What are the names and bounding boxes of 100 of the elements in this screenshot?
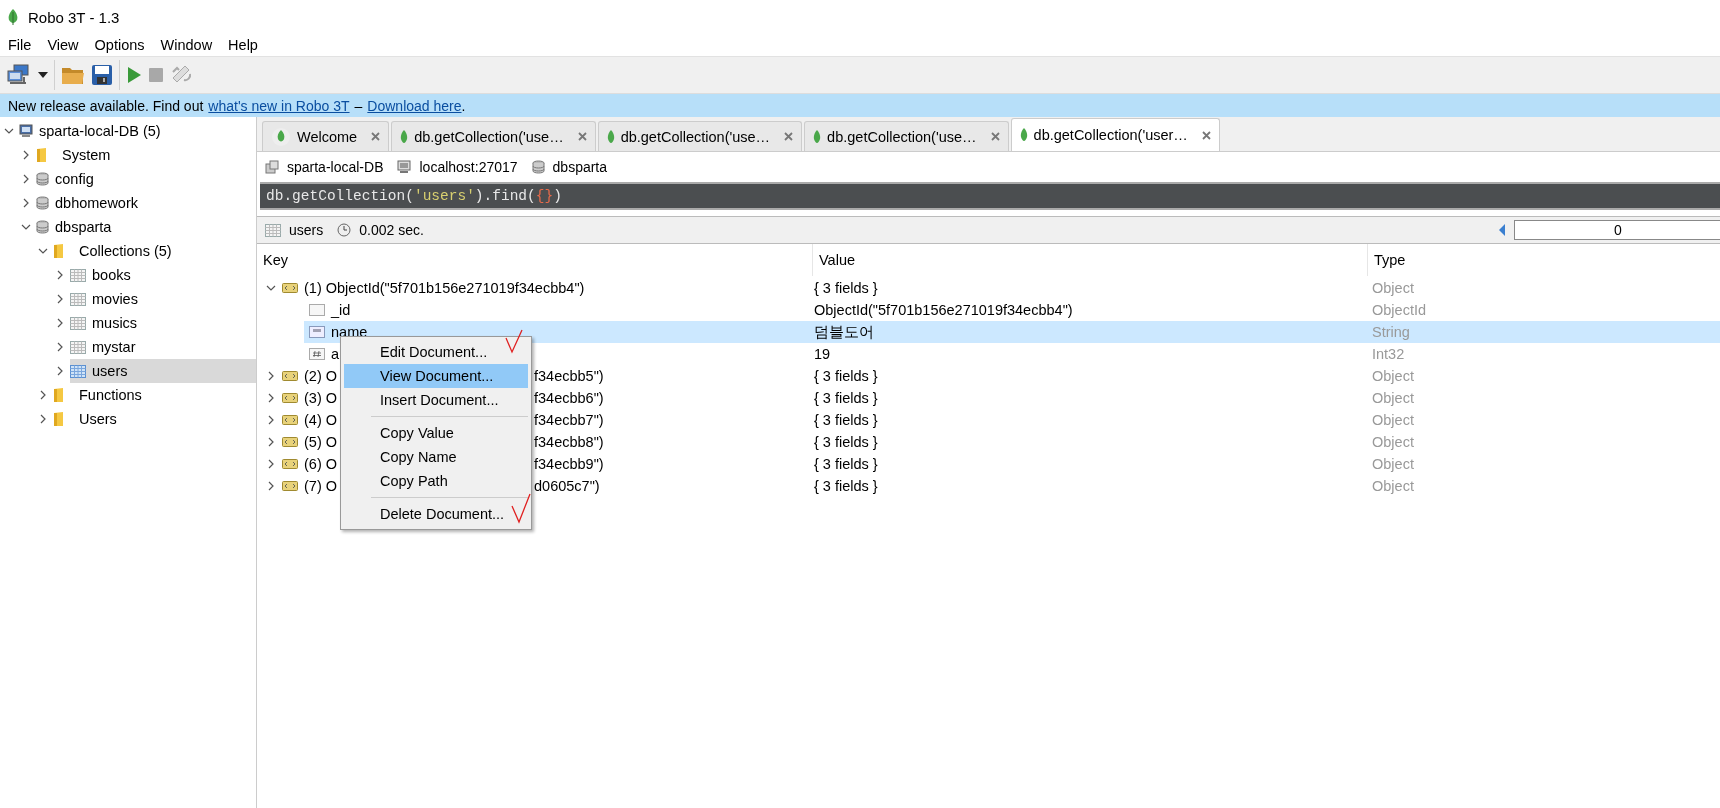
check-mark-icon xyxy=(510,492,532,524)
database-icon xyxy=(531,160,545,174)
value-cell-text: { 3 fields } xyxy=(813,477,879,496)
tab[interactable]: db.getCollection('use… xyxy=(391,121,596,151)
menu-item[interactable]: Copy Path xyxy=(344,469,528,493)
field-key: _id xyxy=(331,302,351,318)
tree-item[interactable]: config xyxy=(36,167,256,191)
connect-icon[interactable] xyxy=(6,63,32,87)
close-icon[interactable] xyxy=(990,132,1000,141)
tree-item[interactable]: dbhomework xyxy=(36,191,256,215)
type-cell-text: Object xyxy=(1371,433,1415,452)
menu-item[interactable]: Window xyxy=(155,37,218,53)
type-cell-text: Object xyxy=(1371,389,1415,408)
tree-item[interactable]: Functions xyxy=(53,383,256,407)
folder-icon xyxy=(53,243,65,259)
string-field-icon xyxy=(309,326,325,338)
database-icon xyxy=(36,220,49,234)
tab[interactable]: db.getCollection('use… xyxy=(597,121,803,151)
close-icon[interactable] xyxy=(577,132,587,141)
tree-item[interactable]: mystar xyxy=(70,335,256,359)
close-icon[interactable] xyxy=(371,132,381,141)
document-key: (5) O xyxy=(304,434,338,450)
type-cell-text: Int32 xyxy=(1371,345,1406,364)
menu-item[interactable]: Insert Document... xyxy=(344,388,528,412)
type-cell-text: Object xyxy=(1371,477,1415,496)
breadcrumb-item: sparta-local-DB xyxy=(287,159,384,175)
document-icon xyxy=(282,283,298,293)
value-cell-text: 19 xyxy=(813,345,832,364)
tree-item[interactable]: dbsparta xyxy=(36,215,256,239)
close-icon[interactable] xyxy=(784,132,794,141)
menu-item[interactable]: Copy Value xyxy=(344,421,528,445)
menu-item[interactable]: Options xyxy=(89,37,150,53)
dash-text: – xyxy=(354,97,363,114)
tree-item[interactable]: movies xyxy=(70,287,256,311)
value-cell-text: { 3 fields } xyxy=(813,367,879,386)
tree-item[interactable]: musics xyxy=(70,311,256,335)
table-icon xyxy=(70,364,86,378)
play-icon[interactable] xyxy=(126,66,142,84)
tree-item[interactable]: System xyxy=(36,143,256,167)
page-field[interactable]: 0 xyxy=(1514,220,1720,240)
check-mark-icon xyxy=(504,328,524,354)
field-key: a xyxy=(331,346,340,362)
tab[interactable]: db.getCollection('use… xyxy=(804,121,1009,151)
previous-page-icon[interactable] xyxy=(1498,223,1506,237)
tab[interactable]: db.getCollection('user… xyxy=(1010,118,1220,151)
value-cell: 덤블도어 xyxy=(812,321,1367,343)
download-link[interactable]: Download here xyxy=(367,97,462,114)
document-key: (2) O xyxy=(304,368,338,384)
caret-icon[interactable] xyxy=(38,72,48,78)
close-icon[interactable] xyxy=(1201,130,1211,140)
document-key: f34ecbb6") xyxy=(534,390,604,406)
document-icon xyxy=(282,459,298,469)
folder-icon xyxy=(36,147,48,163)
folder-icon xyxy=(53,387,65,403)
clock-icon xyxy=(337,223,352,237)
computer-icon xyxy=(397,160,412,174)
tree-item[interactable]: sparta-local-DB (5) xyxy=(19,119,256,143)
table-icon xyxy=(265,223,281,237)
document-key: f34ecbb7") xyxy=(534,412,604,428)
query-editor[interactable]: db.getCollection('users').find({}) xyxy=(260,182,1720,210)
table-icon xyxy=(70,316,86,330)
tree-item[interactable]: Collections (5) xyxy=(53,239,256,263)
column-header[interactable]: Value xyxy=(812,244,1367,276)
column-header[interactable]: Type xyxy=(1367,244,1720,276)
document-icon xyxy=(282,437,298,447)
tree-item[interactable]: Users xyxy=(53,407,256,431)
leaf-icon xyxy=(813,128,822,145)
document-key: (6) O xyxy=(304,456,338,472)
table-icon xyxy=(70,268,86,282)
column-header[interactable]: Key xyxy=(257,244,812,276)
menu-item[interactable]: File xyxy=(3,37,37,53)
menu-item[interactable]: Help xyxy=(223,37,263,53)
document-key: (3) O xyxy=(304,390,338,406)
whats-new-link[interactable]: what's new in Robo 3T xyxy=(208,97,350,114)
menu-item[interactable]: View Document... xyxy=(344,364,528,388)
document-key: (4) O xyxy=(304,412,338,428)
tab[interactable]: Welcome xyxy=(262,121,390,151)
value-cell-text: { 3 fields } xyxy=(813,433,879,452)
query-time: 0.002 sec. xyxy=(359,222,424,238)
menu-item[interactable]: Delete Document... xyxy=(344,502,528,526)
breadcrumb-item: dbsparta xyxy=(552,159,608,175)
tree-item[interactable]: books xyxy=(70,263,256,287)
tree-item[interactable]: users xyxy=(70,359,256,383)
menu-item[interactable]: View xyxy=(42,37,84,53)
collection-name: users xyxy=(289,222,324,238)
menu-item[interactable]: Copy Name xyxy=(344,445,528,469)
value-cell-text: { 3 fields } xyxy=(813,411,879,430)
document-icon xyxy=(282,415,298,425)
type-cell-text: Object xyxy=(1371,367,1415,386)
document-icon xyxy=(282,371,298,381)
menu-item[interactable]: Edit Document... xyxy=(344,340,528,364)
banner-text: New release available. Find out xyxy=(8,97,204,114)
value-cell-text: ObjectId("5f701b156e271019f34ecbb4") xyxy=(813,301,1074,320)
leaf-icon xyxy=(271,126,291,147)
type-cell-text: Object xyxy=(1371,279,1415,298)
database-icon xyxy=(36,172,49,186)
table-icon xyxy=(70,340,86,354)
document-key: f34ecbb8") xyxy=(534,434,604,450)
save-icon[interactable] xyxy=(91,64,113,86)
folder-icon xyxy=(53,411,65,427)
